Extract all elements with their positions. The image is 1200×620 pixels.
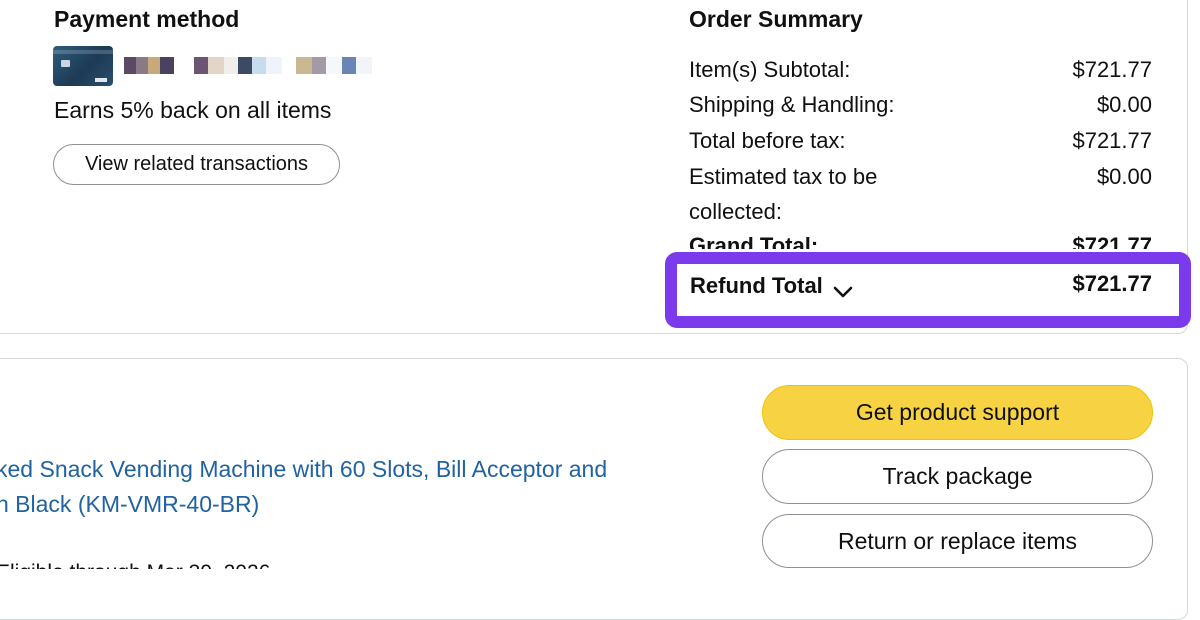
summary-value: $0.00 bbox=[1096, 92, 1152, 117]
product-title-link[interactable]: ked Snack Vending Machine with 60 Slots,… bbox=[0, 452, 676, 522]
product-title-line2: n Black (KM-VMR-40-BR) bbox=[0, 491, 260, 517]
order-summary-heading: Order Summary bbox=[689, 6, 863, 32]
return-replace-button[interactable]: Return or replace items bbox=[762, 514, 1153, 568]
credit-card-icon bbox=[53, 46, 113, 86]
refund-total-value: $721.77 bbox=[1072, 271, 1152, 296]
product-title-line1: ked Snack Vending Machine with 60 Slots,… bbox=[0, 456, 608, 482]
payment-method-heading: Payment method bbox=[54, 6, 240, 32]
refund-total-toggle[interactable]: Refund Total bbox=[690, 273, 853, 299]
summary-value: $721.77 bbox=[1072, 57, 1152, 82]
get-product-support-button[interactable]: Get product support bbox=[762, 385, 1153, 440]
summary-label: Total before tax: bbox=[689, 128, 846, 153]
redacted-card-number bbox=[124, 57, 372, 74]
grand-total-value: $721.77 bbox=[1072, 233, 1152, 249]
summary-value: $0.00 bbox=[1096, 164, 1152, 189]
summary-label: collected: bbox=[689, 199, 782, 224]
summary-label: Shipping & Handling: bbox=[689, 92, 895, 117]
view-related-transactions-button[interactable]: View related transactions bbox=[53, 144, 340, 185]
refund-total-label: Refund Total bbox=[690, 273, 823, 298]
track-package-button[interactable]: Track package bbox=[762, 449, 1153, 504]
grand-total-clip: Grand Total: $721.77 bbox=[689, 229, 1152, 249]
summary-label: Estimated tax to be bbox=[689, 164, 878, 189]
cashback-note: Earns 5% back on all items bbox=[54, 97, 332, 123]
grand-total-label: Grand Total: bbox=[689, 233, 819, 249]
chevron-down-icon bbox=[833, 279, 853, 298]
summary-label: Item(s) Subtotal: bbox=[689, 57, 851, 82]
eligibility-clip: Eligible through Mar 30, 2026 bbox=[0, 558, 340, 569]
return-eligibility-text: Eligible through Mar 30, 2026 bbox=[0, 561, 270, 569]
summary-value: $721.77 bbox=[1072, 128, 1152, 153]
